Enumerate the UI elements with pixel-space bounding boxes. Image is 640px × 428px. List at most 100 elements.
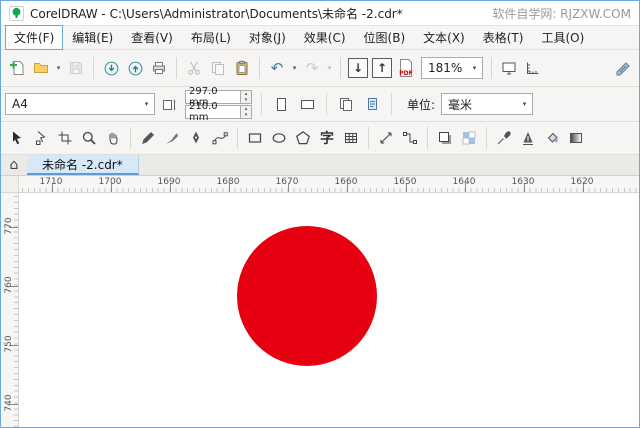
menu-tools[interactable]: 工具(O) xyxy=(532,25,593,50)
interactive-fill-tool[interactable] xyxy=(564,126,588,150)
corel-logo-icon xyxy=(9,5,24,21)
home-tab-button[interactable]: ⌂ xyxy=(1,155,27,175)
open-button[interactable] xyxy=(29,56,53,80)
watermark-text: 软件自学网: RJZXW.COM xyxy=(492,6,631,21)
page-size-dropdown-icon: ▾ xyxy=(144,100,149,108)
text-tool-glyph: 字 xyxy=(320,131,334,147)
fullscreen-preview-button[interactable] xyxy=(497,56,521,80)
menu-effects[interactable]: 效果(C) xyxy=(295,25,355,50)
cloud-upload-button[interactable] xyxy=(123,56,147,80)
zoom-dropdown-icon: ▾ xyxy=(472,64,477,72)
options-button[interactable] xyxy=(611,56,635,80)
menu-layout[interactable]: 布局(L) xyxy=(182,25,240,50)
page-width-stepper[interactable]: ▴ ▾ xyxy=(241,89,252,104)
export-button[interactable]: ↑ xyxy=(372,58,392,78)
menu-text[interactable]: 文本(X) xyxy=(414,25,474,50)
all-pages-button[interactable] xyxy=(334,92,358,116)
separator xyxy=(427,127,428,149)
v-tick-label: 740 xyxy=(4,394,14,412)
page-height-value[interactable]: 210.0 mm xyxy=(185,101,241,123)
separator xyxy=(326,93,327,115)
import-button[interactable]: ↓ xyxy=(348,58,368,78)
units-select[interactable]: 毫米 ▾ xyxy=(441,93,534,115)
toolbox-bar: 字 xyxy=(1,122,639,155)
horizontal-ruler[interactable]: 1710 1700 1690 1680 1670 1660 1650 1640 … xyxy=(19,176,639,192)
redo-dropdown-icon[interactable]: ▾ xyxy=(324,56,335,80)
page-height-field[interactable]: 210.0 mm ▴ ▾ xyxy=(185,101,252,123)
crop-tool[interactable] xyxy=(53,126,77,150)
separator xyxy=(368,127,369,149)
red-circle-shape[interactable] xyxy=(237,226,377,366)
menu-view[interactable]: 查看(V) xyxy=(122,25,182,50)
v-tick-label: 750 xyxy=(4,335,14,353)
cloud-download-button[interactable] xyxy=(99,56,123,80)
save-button[interactable] xyxy=(64,56,88,80)
pick-tool[interactable] xyxy=(5,126,29,150)
menu-bar: 文件(F) 编辑(E) 查看(V) 布局(L) 对象(J) 效果(C) 位图(B… xyxy=(1,25,639,50)
document-tab-label: 未命名 -2.cdr* xyxy=(42,157,123,172)
zoom-tool[interactable] xyxy=(77,126,101,150)
print-button[interactable] xyxy=(147,56,171,80)
export-arrow-icon: ↑ xyxy=(376,61,388,75)
rectangle-tool[interactable] xyxy=(243,126,267,150)
drop-shadow-tool[interactable] xyxy=(433,126,457,150)
menu-object[interactable]: 对象(J) xyxy=(240,25,295,50)
standard-toolbar: ▾ ↶ ▾ ↷ ▾ ↓ ↑ PDF 181% ▾ xyxy=(1,50,639,87)
outline-pen-tool[interactable] xyxy=(516,126,540,150)
document-tab[interactable]: 未命名 -2.cdr* xyxy=(27,155,139,175)
menu-file[interactable]: 文件(F) xyxy=(5,25,64,50)
portrait-icon xyxy=(276,97,286,111)
cut-button[interactable] xyxy=(182,56,206,80)
text-tool[interactable]: 字 xyxy=(315,126,339,150)
zoom-level-select[interactable]: 181% ▾ xyxy=(421,57,483,79)
publish-pdf-button[interactable]: PDF xyxy=(394,56,418,80)
show-rulers-button[interactable] xyxy=(521,56,545,80)
pan-tool[interactable] xyxy=(101,126,125,150)
ruler-origin-corner[interactable] xyxy=(1,176,19,192)
corel-draw-window: CorelDRAW - C:\Users\Administrator\Docum… xyxy=(0,0,640,428)
undo-dropdown-icon[interactable]: ▾ xyxy=(289,56,300,80)
h-tick-label: 1640 xyxy=(452,177,476,187)
polygon-tool[interactable] xyxy=(291,126,315,150)
import-arrow-icon: ↓ xyxy=(352,61,364,75)
paste-button[interactable] xyxy=(230,56,254,80)
h-tick-label: 1660 xyxy=(334,177,358,187)
table-tool[interactable] xyxy=(339,126,363,150)
home-icon: ⌂ xyxy=(9,157,19,173)
pen-tool[interactable] xyxy=(184,126,208,150)
vertical-ruler[interactable]: 770 760 750 740 xyxy=(1,193,19,427)
landscape-orientation-button[interactable] xyxy=(295,92,319,116)
separator xyxy=(259,57,260,79)
connector-tool[interactable] xyxy=(398,126,422,150)
undo-button[interactable]: ↶ xyxy=(265,56,289,80)
artistic-media-tool[interactable] xyxy=(160,126,184,150)
separator xyxy=(93,57,94,79)
menu-table[interactable]: 表格(T) xyxy=(474,25,533,50)
redo-button[interactable]: ↷ xyxy=(300,56,324,80)
copy-button[interactable] xyxy=(206,56,230,80)
transparency-tool[interactable] xyxy=(457,126,481,150)
menu-bitmaps[interactable]: 位图(B) xyxy=(355,25,415,50)
units-dropdown-icon: ▾ xyxy=(522,100,527,108)
separator xyxy=(491,57,492,79)
separator xyxy=(176,57,177,79)
shape-tool[interactable] xyxy=(29,126,53,150)
new-document-button[interactable] xyxy=(5,56,29,80)
page-height-stepper[interactable]: ▴ ▾ xyxy=(241,104,252,119)
page-size-select[interactable]: A4 ▾ xyxy=(5,93,155,115)
drawing-canvas[interactable] xyxy=(19,193,639,427)
ellipse-tool[interactable] xyxy=(267,126,291,150)
dimension-tool[interactable] xyxy=(374,126,398,150)
h-tick-label: 1620 xyxy=(570,177,594,187)
eyedropper-tool[interactable] xyxy=(492,126,516,150)
freehand-tool[interactable] xyxy=(136,126,160,150)
pdf-icon: PDF xyxy=(397,58,415,78)
current-page-button[interactable] xyxy=(360,92,384,116)
v-tick-label: 760 xyxy=(4,276,14,294)
menu-edit[interactable]: 编辑(E) xyxy=(63,25,122,50)
open-dropdown-icon[interactable]: ▾ xyxy=(53,56,64,80)
bezier-tool[interactable] xyxy=(208,126,232,150)
h-tick-label: 1630 xyxy=(511,177,535,187)
portrait-orientation-button[interactable] xyxy=(269,92,293,116)
fill-tool[interactable] xyxy=(540,126,564,150)
